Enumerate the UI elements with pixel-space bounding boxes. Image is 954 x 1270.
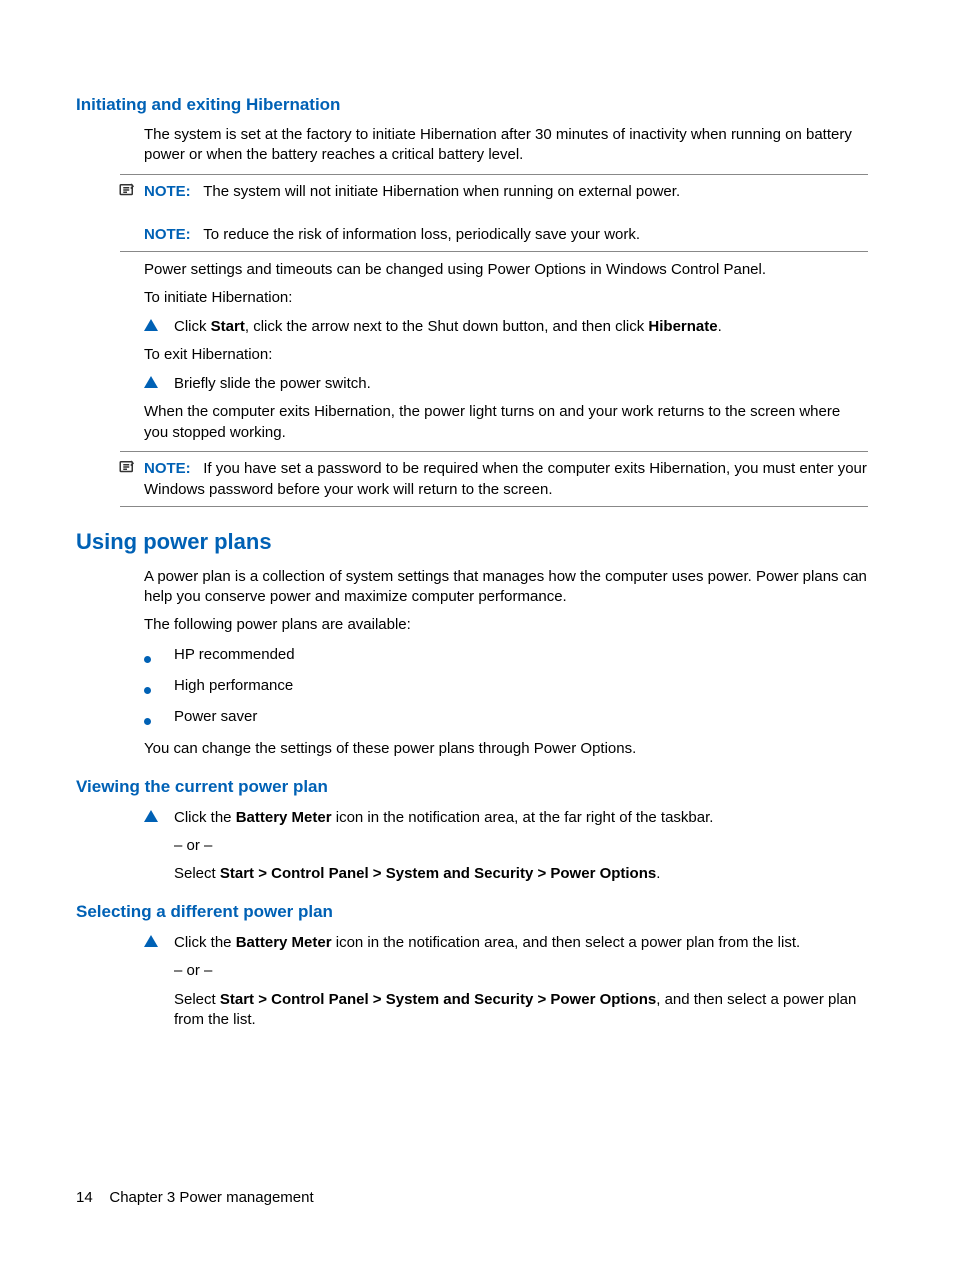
paragraph: Select Start > Control Panel > System an… xyxy=(174,864,868,884)
paragraph: To exit Hibernation: xyxy=(144,345,868,365)
bullet-icon xyxy=(144,677,174,698)
note-line: NOTE: To reduce the risk of information … xyxy=(144,222,868,247)
note-icon xyxy=(118,181,136,199)
heading-power-plans: Using power plans xyxy=(76,529,868,555)
step-text: Click the Battery Meter icon in the noti… xyxy=(174,807,868,828)
paragraph: The following power plans are available: xyxy=(144,615,868,635)
paragraph: You can change the settings of these pow… xyxy=(144,739,868,759)
step-text: Click Start, click the arrow next to the… xyxy=(174,316,868,337)
heading-viewing-plan: Viewing the current power plan xyxy=(76,777,868,797)
note-line: NOTE: If you have set a password to be r… xyxy=(144,456,868,502)
bullet-text: High performance xyxy=(174,677,868,694)
triangle-icon xyxy=(144,373,174,392)
note-line: NOTE: The system will not initiate Hiber… xyxy=(144,179,868,204)
note-block: NOTE: If you have set a password to be r… xyxy=(120,451,868,507)
list-item: Power saver xyxy=(144,708,868,729)
note-icon xyxy=(118,458,136,476)
paragraph: When the computer exits Hibernation, the… xyxy=(144,402,868,443)
triangle-icon xyxy=(144,807,174,826)
step-item: Click the Battery Meter icon in the noti… xyxy=(144,807,868,828)
step-item: Click the Battery Meter icon in the noti… xyxy=(144,932,868,953)
bullet-text: HP recommended xyxy=(174,646,868,663)
note-text: If you have set a password to be require… xyxy=(144,460,867,498)
or-separator: – or – xyxy=(174,961,868,981)
note-label: NOTE: xyxy=(144,226,191,243)
bullet-icon xyxy=(144,708,174,729)
paragraph: Select Start > Control Panel > System an… xyxy=(174,990,868,1031)
triangle-icon xyxy=(144,316,174,335)
paragraph: Power settings and timeouts can be chang… xyxy=(144,260,868,280)
paragraph: To initiate Hibernation: xyxy=(144,288,868,308)
list-item: High performance xyxy=(144,677,868,698)
triangle-icon xyxy=(144,932,174,951)
note-label: NOTE: xyxy=(144,183,191,200)
paragraph: The system is set at the factory to init… xyxy=(144,125,868,166)
heading-selecting-plan: Selecting a different power plan xyxy=(76,902,868,922)
note-text: To reduce the risk of information loss, … xyxy=(203,226,640,243)
paragraph: A power plan is a collection of system s… xyxy=(144,567,868,608)
step-text: Click the Battery Meter icon in the noti… xyxy=(174,932,868,953)
note-block: NOTE: The system will not initiate Hiber… xyxy=(120,174,868,252)
or-separator: – or – xyxy=(174,836,868,856)
step-text: Briefly slide the power switch. xyxy=(174,373,868,394)
chapter-label: Chapter 3 Power management xyxy=(109,1189,313,1206)
list-item: HP recommended xyxy=(144,646,868,667)
step-item: Briefly slide the power switch. xyxy=(144,373,868,394)
note-text: The system will not initiate Hibernation… xyxy=(203,183,680,200)
heading-hibernation: Initiating and exiting Hibernation xyxy=(76,95,868,115)
step-item: Click Start, click the arrow next to the… xyxy=(144,316,868,337)
note-label: NOTE: xyxy=(144,460,191,477)
bullet-icon xyxy=(144,646,174,667)
bullet-text: Power saver xyxy=(174,708,868,725)
page-number: 14 xyxy=(76,1189,93,1206)
page-footer: 14 Chapter 3 Power management xyxy=(76,1189,314,1206)
